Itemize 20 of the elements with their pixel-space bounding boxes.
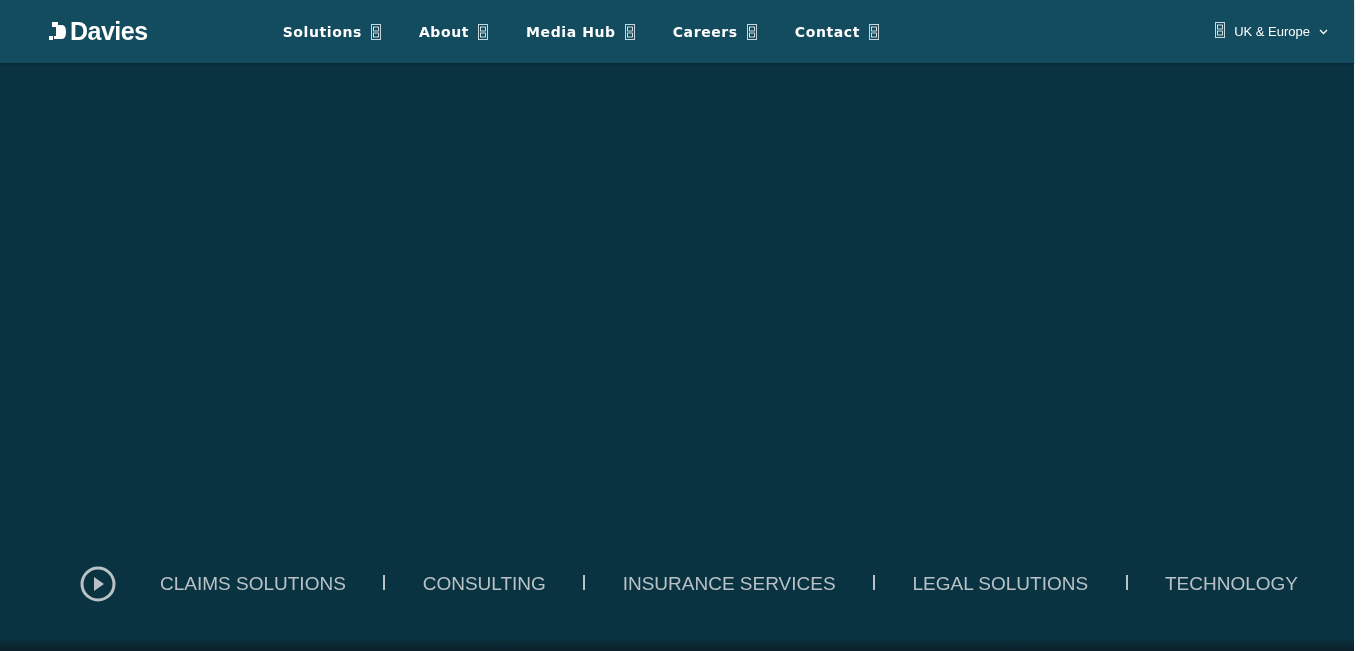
category-link[interactable]: LEGAL SOLUTIONS [912,573,1089,595]
chevron-down-icon [1319,28,1328,35]
glyph-box-icon [746,23,757,40]
region-selector[interactable]: UK & Europe [1215,24,1328,39]
category-link[interactable]: CLAIMS SOLUTIONS [160,573,346,595]
nav-link[interactable]: Careers [672,23,757,40]
nav-link[interactable]: Media Hub [526,23,635,40]
category-link[interactable]: CONSULTING [422,573,546,595]
glyph-box-icon [869,23,879,40]
play-button-icon[interactable] [80,566,116,602]
logo-link[interactable]: Davies [46,17,148,46]
glyph-box-icon [624,23,635,40]
glyph-box-icon [1215,21,1226,38]
glyph-box-icon [370,23,381,40]
nav-link[interactable]: Solutions [282,23,381,40]
nav-link[interactable]: Contact [794,23,879,40]
category-link[interactable]: INSURANCE SERVICES [622,573,836,595]
category-link[interactable]: TECHNOLOGY [1164,573,1298,595]
glyph-box-icon [478,23,489,40]
nav-link[interactable]: About [418,23,489,40]
